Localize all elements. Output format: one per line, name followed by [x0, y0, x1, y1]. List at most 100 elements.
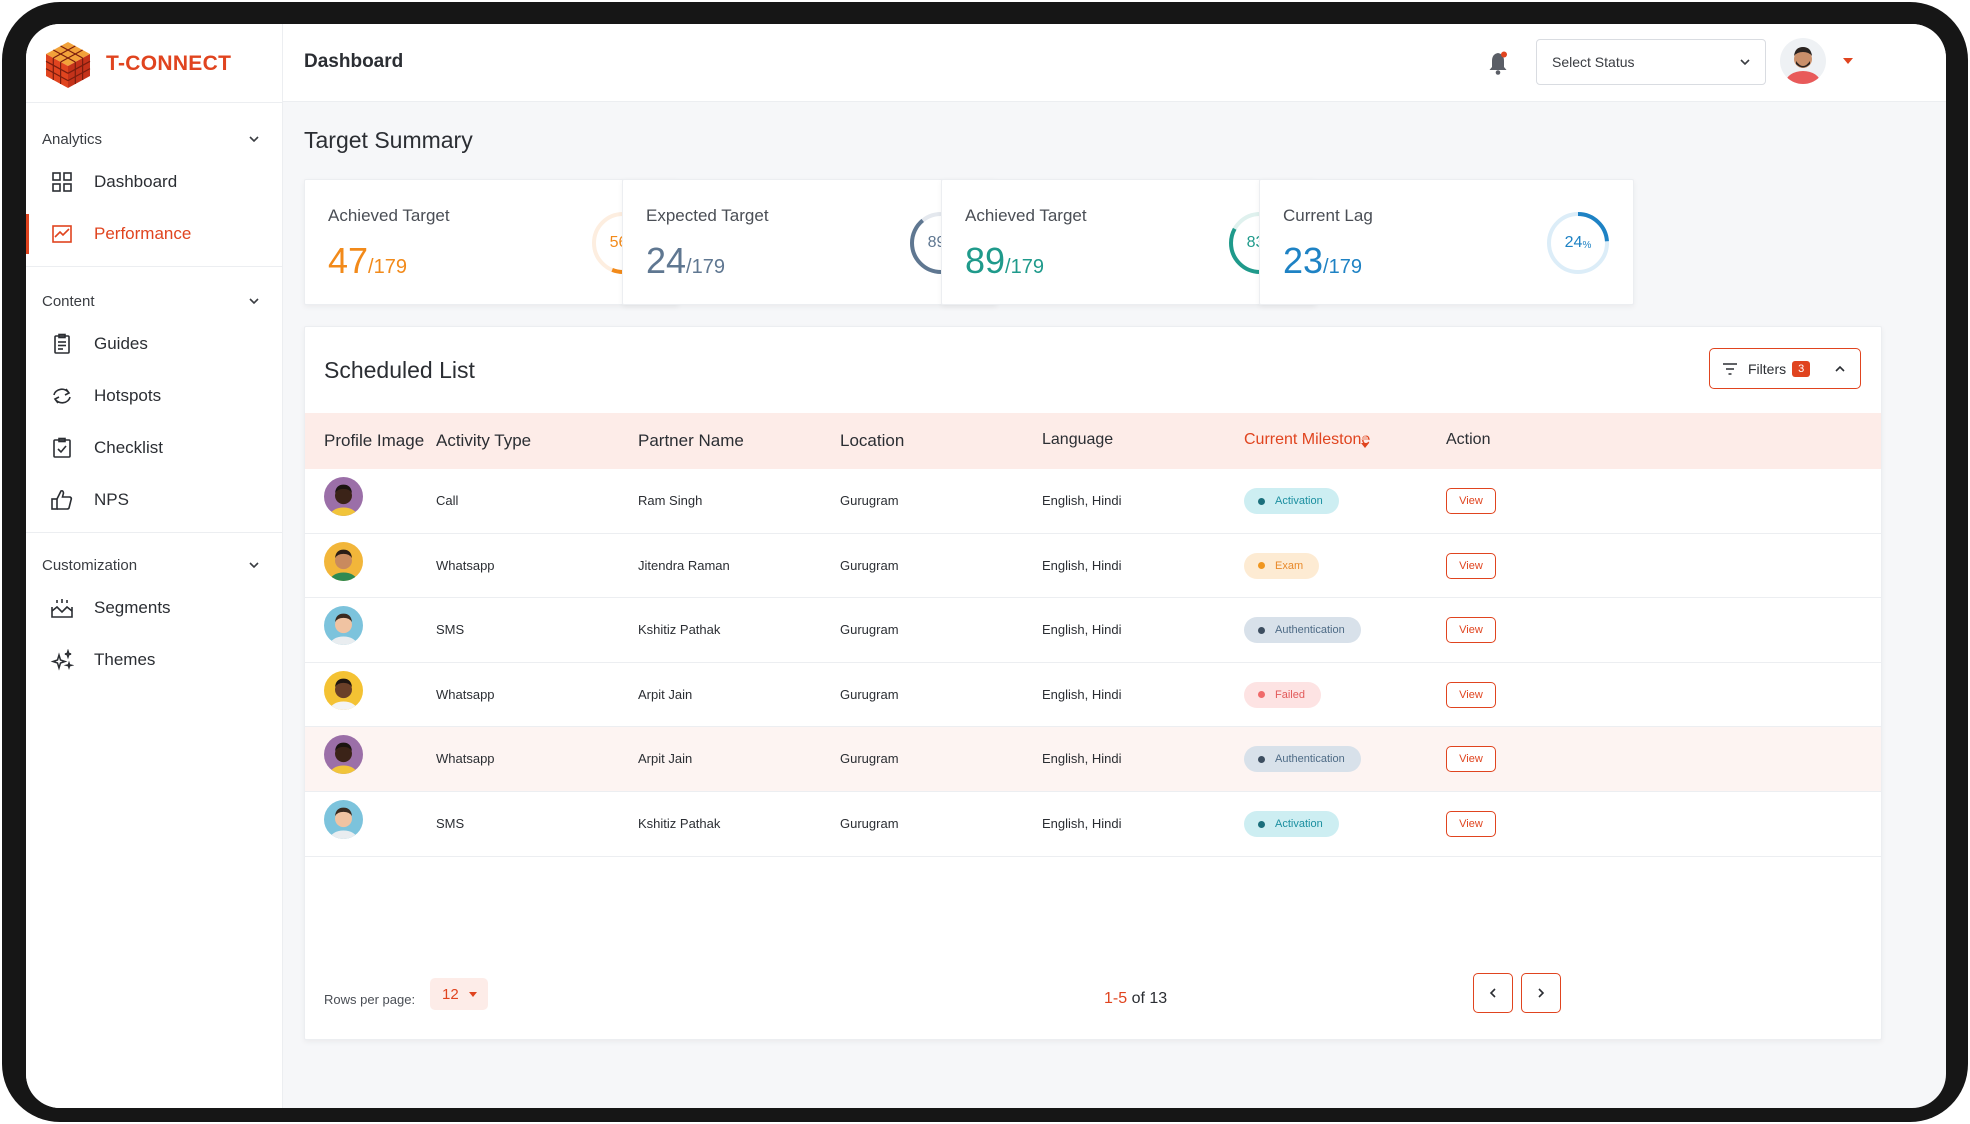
chevron-up-icon [1835, 365, 1845, 372]
summary-value: 24 [646, 240, 687, 281]
cell-activity: Whatsapp [436, 751, 495, 767]
cube-logo-icon [45, 42, 91, 88]
sidebar-item-hotspots[interactable]: Hotspots [26, 370, 283, 422]
sidebar-item-dashboard[interactable]: Dashboard [26, 156, 283, 208]
status-select[interactable]: Select Status [1536, 39, 1766, 85]
milestone-label: Activation [1275, 495, 1323, 507]
status-dot-icon [1258, 691, 1265, 699]
cell-partner: Kshitiz Pathak [638, 622, 721, 638]
chevron-down-icon [1740, 59, 1750, 66]
grid-icon [50, 170, 74, 194]
column-header-sortable[interactable]: Current Milestone [1244, 431, 1370, 449]
table-row[interactable]: Whatsapp Arpit Jain Gurugram English, Hindi… [305, 663, 1881, 728]
table-row[interactable]: SMS Kshitiz Pathak Gurugram English, Hindi A… [305, 598, 1881, 663]
column-header: Partner Name [638, 431, 744, 450]
sort-desc-icon[interactable] [1360, 433, 1370, 451]
sidebar-item-label: Guides [94, 334, 148, 353]
summary-total: /179 [686, 256, 725, 278]
sidebar-item-segments[interactable]: Segments [26, 582, 283, 634]
status-select-value: Select Status [1552, 54, 1635, 70]
scheduled-list-card: Scheduled List Filters 3 Profile Image A… [304, 326, 1882, 1040]
summary-value: 47 [328, 240, 369, 281]
chart-icon [50, 222, 74, 246]
nav-section-analytics: Analytics Dashboard Performance [26, 122, 283, 267]
summary-card-label: Current Lag [1283, 206, 1373, 225]
sparkle-icon [50, 648, 74, 672]
next-page-button[interactable] [1521, 973, 1561, 1013]
cell-partner: Arpit Jain [638, 686, 693, 702]
caret-down-icon [468, 991, 477, 997]
clipboard-icon [50, 332, 74, 356]
filter-icon [1723, 362, 1737, 375]
table-row[interactable]: Call Ram Singh Gurugram English, Hindi Activ… [305, 469, 1881, 534]
cell-location: Gurugram [840, 816, 899, 831]
sidebar-item-label: Dashboard [94, 172, 178, 191]
user-avatar[interactable] [1780, 38, 1826, 84]
progress-ring-label: 24% [1545, 210, 1611, 276]
scheduled-list-title: Scheduled List [324, 357, 475, 383]
table-row[interactable]: Whatsapp Arpit Jain Gurugram English, Hindi… [305, 727, 1881, 792]
table-row[interactable]: Whatsapp Jitendra Raman Gurugram English, H… [305, 534, 1881, 599]
cell-language: English, Hindi [1042, 816, 1122, 831]
cell-language: English, Hindi [1042, 557, 1122, 573]
nav-section-customization: Customization Segments Themes [26, 548, 283, 686]
milestone-badge: Authentication [1244, 617, 1361, 644]
summary-value: 89 [965, 240, 1006, 281]
rows-per-page-label: Rows per page: [324, 992, 416, 1007]
status-dot-icon [1258, 755, 1265, 763]
view-button[interactable]: View [1446, 552, 1496, 579]
summary-card-label: Expected Target [646, 206, 769, 225]
profile-avatar [324, 541, 363, 581]
notification-bell-icon[interactable] [1487, 50, 1509, 76]
sidebar-item-themes[interactable]: Themes [26, 634, 283, 686]
view-button[interactable]: View [1446, 681, 1496, 708]
top-bar: Dashboard Select Status [283, 24, 1946, 102]
summary-card-value: 89/179 [965, 240, 1044, 288]
filters-label: Filters [1748, 360, 1787, 377]
section-label: Analytics [42, 130, 103, 148]
view-button[interactable]: View [1446, 811, 1496, 837]
milestone-label: Activation [1275, 818, 1323, 830]
checklist-icon [50, 436, 74, 460]
cell-activity: SMS [436, 622, 465, 638]
view-button[interactable]: View [1446, 488, 1496, 514]
chevron-left-icon [1489, 988, 1496, 998]
prev-page-button[interactable] [1473, 973, 1513, 1013]
page-title: Dashboard [304, 51, 404, 72]
milestone-label: Authentication [1275, 753, 1345, 766]
chevron-down-icon [249, 136, 259, 143]
section-toggle-content[interactable]: Content [26, 284, 283, 318]
sidebar-item-label: Hotspots [94, 386, 162, 405]
rows-per-page-value: 12 [442, 985, 459, 1003]
profile-avatar [324, 800, 363, 839]
view-button[interactable]: View [1446, 746, 1496, 773]
brand[interactable]: T-CONNECT [42, 36, 231, 92]
sidebar-item-checklist[interactable]: Checklist [26, 422, 283, 474]
percent-unit: % [1582, 239, 1592, 251]
section-toggle-customization[interactable]: Customization [26, 548, 283, 582]
filters-button[interactable]: Filters 3 [1709, 348, 1861, 389]
summary-total: /179 [1005, 256, 1044, 278]
nav-section-content: Content Guides Hotspots Checklist NPS [26, 284, 283, 533]
milestone-badge: Activation [1244, 811, 1339, 837]
user-avatar-image [1780, 38, 1826, 84]
sidebar-item-performance[interactable]: Performance [26, 208, 283, 260]
view-button[interactable]: View [1446, 617, 1496, 644]
sidebar-item-label: Themes [94, 650, 156, 669]
sidebar-item-label: NPS [94, 490, 129, 509]
cell-location: Gurugram [840, 622, 899, 638]
status-dot-icon [1258, 626, 1265, 634]
milestone-badge: Authentication [1244, 746, 1361, 773]
sidebar-item-guides[interactable]: Guides [26, 318, 283, 370]
user-menu-caret-icon[interactable] [1843, 58, 1853, 64]
cell-activity: Whatsapp [436, 686, 495, 702]
summary-card: Current Lag 23/179 24% [1259, 179, 1634, 305]
summary-card-value: 47/179 [328, 240, 407, 288]
rows-per-page-select[interactable]: 12 [430, 978, 488, 1010]
table-row[interactable]: SMS Kshitiz Pathak Gurugram English, Hindi A… [305, 792, 1881, 857]
summary-value: 23 [1283, 240, 1324, 281]
sidebar-item-nps[interactable]: NPS [26, 474, 283, 526]
thumbs-up-icon [50, 488, 74, 512]
range-total: of 13 [1131, 990, 1168, 1007]
section-toggle-analytics[interactable]: Analytics [26, 122, 283, 156]
